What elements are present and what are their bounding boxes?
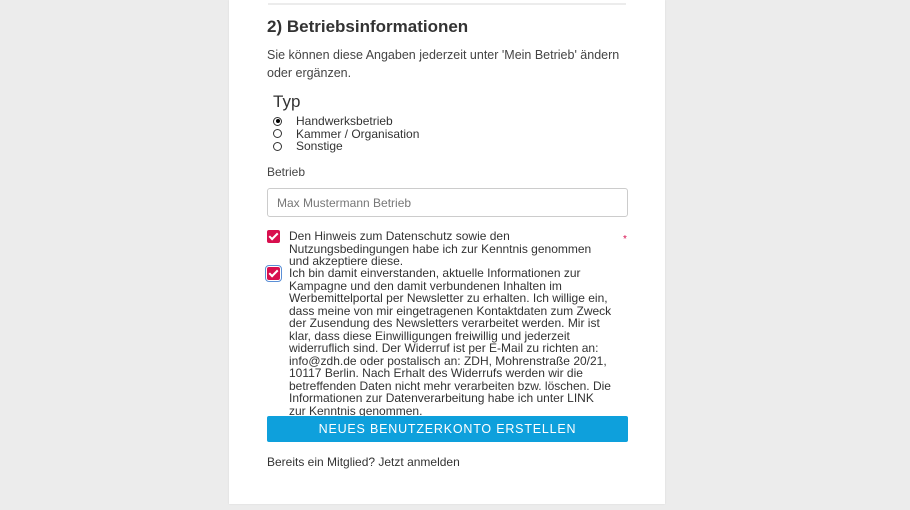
- required-marker: *: [623, 234, 627, 245]
- radio-option-sonstige[interactable]: Sonstige: [273, 139, 419, 154]
- newsletter-consent: Ich bin damit einverstanden, aktuelle In…: [265, 265, 612, 418]
- newsletter-checkbox[interactable]: [265, 265, 282, 282]
- privacy-consent-text: Den Hinweis zum Datenschutz sowie den Nu…: [289, 229, 592, 268]
- radio-option-handwerksbetrieb[interactable]: Handwerksbetrieb: [273, 114, 419, 128]
- radio-option-kammer[interactable]: Kammer / Organisation: [273, 127, 419, 141]
- radio-label: Sonstige: [296, 139, 343, 154]
- divider: [268, 3, 626, 5]
- business-name-input[interactable]: [267, 188, 628, 217]
- create-account-button[interactable]: NEUES BENUTZERKONTO ERSTELLEN: [267, 416, 628, 442]
- type-radio-group: Handwerksbetrieb Kammer / Organisation S…: [273, 114, 419, 154]
- newsletter-consent-text: Ich bin damit einverstanden, aktuelle In…: [289, 266, 612, 418]
- registration-card: 2) Betriebsinformationen Sie können dies…: [229, 0, 665, 504]
- privacy-consent: Den Hinweis zum Datenschutz sowie den Nu…: [267, 230, 612, 268]
- radio-button[interactable]: [273, 141, 282, 151]
- radio-button[interactable]: [273, 129, 282, 139]
- section-title: 2) Betriebsinformationen: [267, 17, 469, 36]
- privacy-checkbox[interactable]: [267, 230, 280, 243]
- business-field-label: Betrieb: [267, 165, 306, 179]
- login-link[interactable]: Bereits ein Mitglied? Jetzt anmelden: [267, 455, 460, 469]
- section-hint: Sie können diese Angaben jederzeit unter…: [267, 48, 620, 80]
- radio-button-checked[interactable]: [273, 116, 282, 126]
- type-group-label: Typ: [273, 92, 301, 111]
